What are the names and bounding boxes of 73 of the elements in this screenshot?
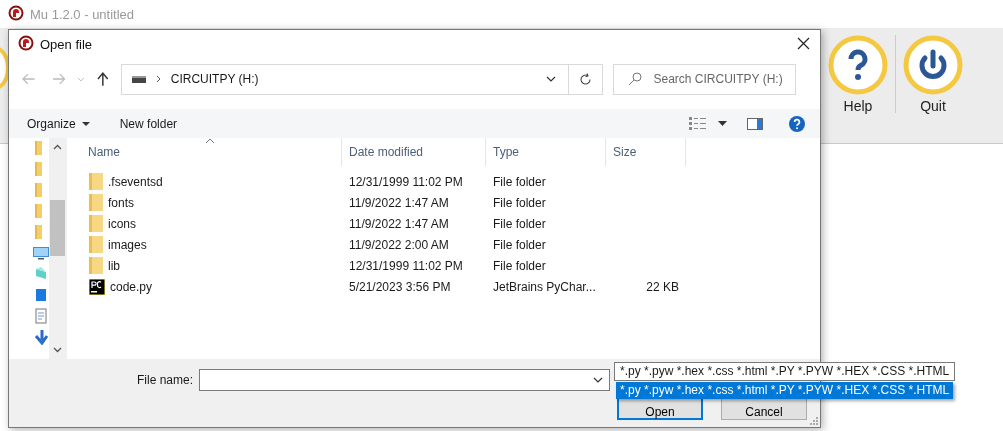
caret-icon [81, 121, 90, 126]
quit-button[interactable]: Quit [903, 35, 963, 114]
field-label: File name: [135, 373, 194, 387]
file-name[interactable]: fonts [108, 195, 134, 210]
column-header[interactable]: Size [606, 138, 686, 166]
file-type-field[interactable]: *.py *.pyw *.hex *.css *.html *.PY *.PYW *.HEX *.CSS *.HTML [614, 362, 956, 381]
folder-icon [89, 215, 103, 232]
folder-icon [89, 236, 103, 253]
search-field[interactable]: Search CIRCUITPY (H:) [612, 63, 796, 95]
help-icon[interactable] [789, 115, 805, 132]
table-cell: File folder [493, 195, 546, 210]
window-title: Mu 1.2.0 - untitled [30, 6, 135, 22]
app-logo-icon [8, 4, 24, 21]
address-path: CIRCUITPY (H:) [170, 72, 259, 86]
column-header[interactable]: Type [486, 138, 606, 166]
search-icon [627, 72, 642, 86]
table-cell: 11/9/2022 1:47 AM [349, 195, 449, 210]
help-button[interactable]: Help [828, 35, 888, 114]
dropdown-option[interactable]: *.py *.pyw *.hex *.css *.html *.PY *.PYW *.HEX *.CSS *.HTML [616, 382, 954, 399]
desktop-icon[interactable] [33, 287, 49, 303]
table-cell: 11/9/2022 2:00 AM [349, 237, 449, 252]
file-name[interactable]: lib [108, 258, 120, 273]
cube-icon[interactable] [33, 266, 49, 282]
sort-caret-icon [205, 138, 215, 144]
download-icon[interactable] [33, 329, 49, 345]
folder-icon [89, 173, 103, 190]
drive-icon [131, 75, 146, 83]
table-cell: File folder [493, 237, 546, 252]
caret-icon[interactable] [593, 377, 603, 383]
refresh-icon [578, 72, 592, 86]
file-name[interactable]: images [108, 237, 147, 252]
table-cell: 12/31/1999 11:02 PM [349, 258, 463, 273]
file-name[interactable]: .fseventsd [108, 174, 163, 189]
new-folder-button[interactable]: New folder [119, 113, 178, 134]
chevron-icon [155, 75, 161, 83]
table-cell: JetBrains PyChar... [493, 279, 596, 294]
pycharm-file-icon [89, 278, 105, 295]
table-cell: File folder [493, 258, 546, 273]
preview-pane-icon[interactable] [747, 117, 763, 130]
file-name[interactable]: icons [108, 216, 136, 231]
folder-icon [89, 194, 103, 211]
app-logo-icon [18, 35, 34, 51]
up-arrow-icon[interactable] [97, 72, 109, 86]
resize-grip-icon[interactable] [810, 417, 818, 425]
scrollbar-thumb[interactable] [50, 200, 65, 256]
table-cell: 12/31/1999 11:02 PM [349, 174, 463, 189]
column-header[interactable]: Date modified [342, 138, 486, 166]
close-icon[interactable] [797, 37, 810, 50]
back-arrow-icon[interactable] [22, 73, 36, 85]
scroll-up-icon[interactable] [53, 144, 62, 150]
scroll-down-icon[interactable] [53, 347, 62, 353]
table-cell: 5/21/2023 3:56 PM [349, 279, 451, 294]
table-cell: 22 KB [646, 279, 679, 294]
forward-arrow-icon[interactable] [51, 73, 66, 85]
file-name-field[interactable] [199, 369, 610, 391]
scrollbar[interactable] [49, 138, 66, 359]
view-list-icon[interactable] [689, 117, 706, 130]
file-name[interactable]: code.py [110, 279, 153, 294]
caret-icon[interactable] [718, 121, 727, 126]
refresh-button[interactable] [569, 63, 603, 95]
caret-icon[interactable] [546, 76, 557, 82]
folder-icon [89, 257, 103, 274]
dialog-title: Open file [40, 37, 93, 52]
table-cell: File folder [493, 216, 546, 231]
table-cell: 11/9/2022 1:47 AM [349, 216, 449, 231]
table-cell: File folder [493, 174, 546, 189]
computer-icon[interactable] [33, 245, 49, 261]
column-header[interactable]: Name [67, 138, 342, 166]
power-icon [903, 35, 963, 95]
organize-menu[interactable]: Organize [27, 113, 90, 134]
question-mark-icon [828, 35, 888, 95]
address-bar[interactable]: CIRCUITPY (H:) [120, 63, 570, 95]
document-icon[interactable] [33, 308, 49, 324]
